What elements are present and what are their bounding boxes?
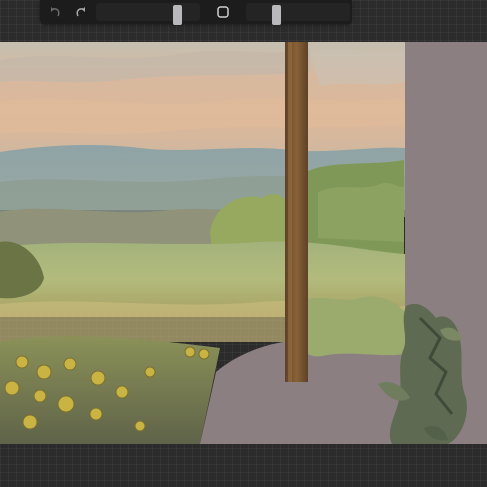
brush-size-thumb[interactable] bbox=[173, 5, 182, 25]
tree-highlight bbox=[318, 183, 404, 242]
opacity-slider[interactable] bbox=[246, 3, 350, 25]
post-highlight bbox=[288, 42, 292, 382]
redo-button[interactable] bbox=[70, 3, 90, 21]
procreate-workspace bbox=[0, 0, 487, 487]
porch-shrub bbox=[300, 296, 405, 357]
side-toolbar bbox=[40, 0, 352, 25]
brush-size-slider[interactable] bbox=[96, 3, 200, 25]
painting-canvas[interactable] bbox=[0, 42, 487, 444]
undo-button[interactable] bbox=[46, 3, 66, 21]
opacity-thumb[interactable] bbox=[272, 5, 281, 25]
redo-icon bbox=[76, 7, 85, 17]
modify-button[interactable] bbox=[213, 3, 233, 21]
square-modify-icon bbox=[217, 6, 229, 18]
undo-icon bbox=[51, 7, 60, 17]
cloud-right bbox=[310, 49, 405, 86]
